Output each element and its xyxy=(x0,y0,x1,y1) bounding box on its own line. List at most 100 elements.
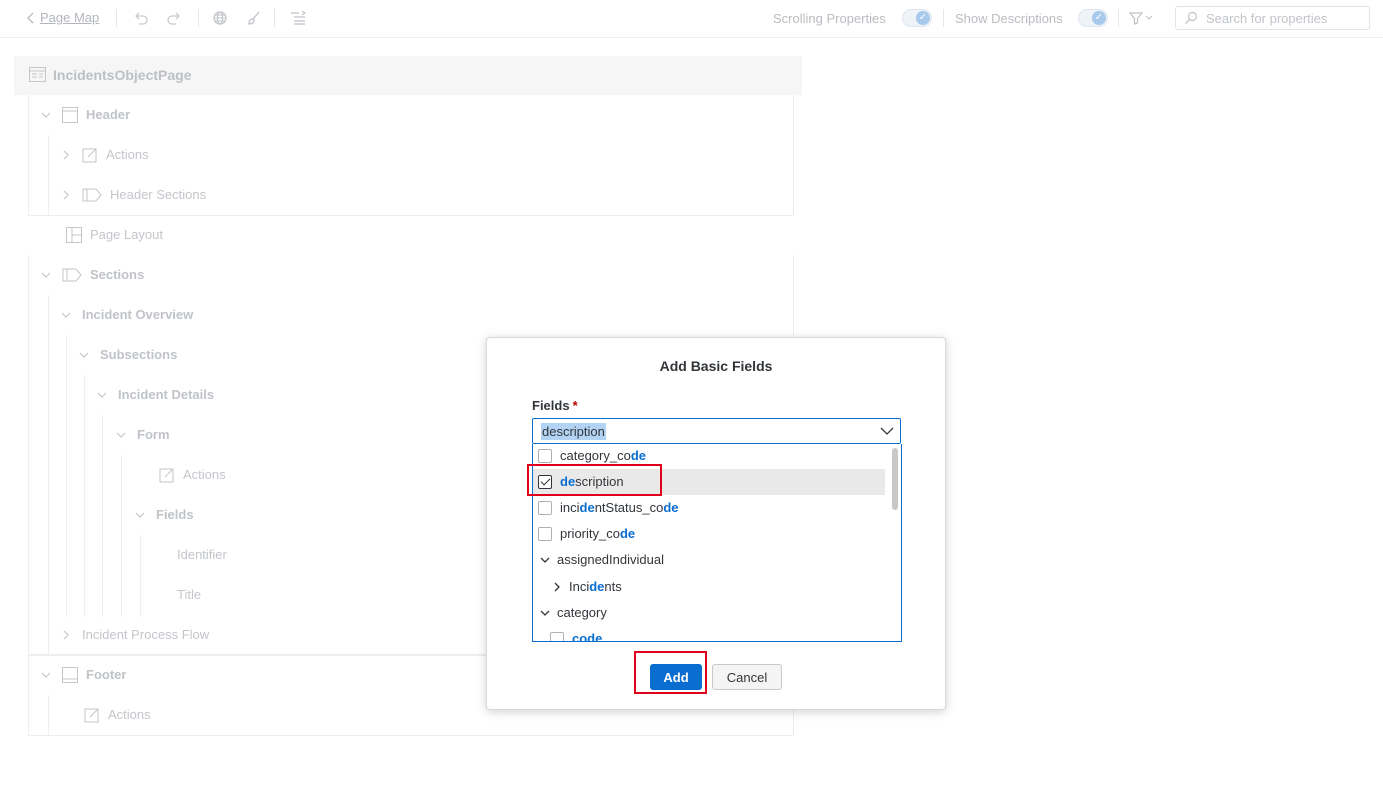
object-page-icon xyxy=(29,67,46,82)
tree-node-form-actions[interactable]: Actions xyxy=(159,465,226,485)
brush-icon xyxy=(248,11,260,25)
back-to-page-map-link[interactable]: Page Map xyxy=(26,9,99,27)
outline-button[interactable] xyxy=(290,10,308,26)
tree-node-label: Header xyxy=(86,107,131,122)
tree-node-subsections[interactable]: Subsections xyxy=(78,345,177,365)
tree-node-header-actions[interactable]: Actions xyxy=(60,145,149,165)
tree-node-label: Incident Details xyxy=(118,387,215,402)
tree-node-label: Actions xyxy=(106,147,149,162)
action-icon xyxy=(82,148,97,163)
footer-icon xyxy=(62,667,78,683)
clean-button[interactable] xyxy=(246,10,262,26)
section-icon xyxy=(62,268,82,282)
list-item-priority-code[interactable]: priority_code xyxy=(533,521,885,547)
toolbar-separator xyxy=(198,9,199,27)
tree-line xyxy=(102,415,103,617)
checkbox[interactable] xyxy=(550,632,564,641)
undo-button[interactable] xyxy=(133,10,149,26)
tree-node-sections[interactable]: Sections xyxy=(40,265,144,285)
chevron-down-icon xyxy=(41,672,51,678)
tree-node-footer-actions[interactable]: Actions xyxy=(84,705,151,725)
show-descriptions-label: Show Descriptions xyxy=(955,11,1063,26)
tree-node-label: Actions xyxy=(108,707,151,722)
tree-line xyxy=(48,295,49,655)
tree-line xyxy=(48,135,49,215)
scrollbar-thumb[interactable] xyxy=(892,448,898,510)
action-icon xyxy=(84,708,99,723)
globe-button[interactable] xyxy=(212,10,228,26)
chevron-down-icon[interactable] xyxy=(539,554,551,566)
list-subgroup-incidents[interactable]: Incidents xyxy=(533,574,885,600)
redo-icon xyxy=(167,12,180,25)
list-group-assigned-individual[interactable]: assignedIndividual xyxy=(533,547,885,573)
undo-icon xyxy=(135,12,148,25)
fields-label: Fields * xyxy=(532,398,578,413)
tree-node-fields[interactable]: Fields xyxy=(134,505,194,525)
search-icon xyxy=(1185,11,1198,24)
chevron-right-icon[interactable] xyxy=(551,581,563,593)
chevron-down-icon xyxy=(41,112,51,118)
chevron-down-icon xyxy=(116,432,126,438)
fields-combobox[interactable]: description xyxy=(532,418,901,444)
tree-node-title[interactable]: Title xyxy=(177,585,201,605)
page-map-root[interactable]: IncidentsObjectPage xyxy=(14,56,802,95)
chevron-down-icon xyxy=(61,312,71,318)
list-scrollbar[interactable] xyxy=(892,448,898,636)
filter-button[interactable] xyxy=(1128,10,1152,26)
fields-combobox-value[interactable]: description xyxy=(541,423,606,440)
chevron-left-icon xyxy=(27,12,34,24)
scrolling-properties-toggle[interactable]: ✓ xyxy=(902,9,932,27)
dialog-title: Add Basic Fields xyxy=(659,358,773,374)
tree-node-incident-details[interactable]: Incident Details xyxy=(96,385,214,405)
tree-node-footer[interactable]: Footer xyxy=(40,665,126,685)
chevron-right-icon xyxy=(63,630,69,640)
fields-label-text: Fields xyxy=(532,398,570,413)
show-descriptions-toggle[interactable]: ✓ xyxy=(1078,9,1108,27)
scrolling-properties-label: Scrolling Properties xyxy=(773,11,886,26)
tree-node-incident-process-flow[interactable]: Incident Process Flow xyxy=(60,625,209,645)
tree-node-header-sections[interactable]: Header Sections xyxy=(60,185,206,205)
toolbar: Page Map Scrolling Properties ✓ Show Des… xyxy=(0,0,1383,38)
check-icon: ✓ xyxy=(1092,11,1106,25)
highlight-box xyxy=(634,651,707,694)
tree-node-label: Footer xyxy=(86,667,127,682)
add-basic-fields-dialog: Add Basic Fields Fields * description cat… xyxy=(486,337,946,710)
tree-line xyxy=(121,455,122,617)
check-icon: ✓ xyxy=(916,11,930,25)
layout-icon xyxy=(66,227,82,243)
chevron-right-icon xyxy=(63,150,69,160)
tree-node-identifier[interactable]: Identifier xyxy=(177,545,227,565)
back-label: Page Map xyxy=(40,10,100,25)
tree-node-incident-overview[interactable]: Incident Overview xyxy=(60,305,193,325)
tree-node-label: Actions xyxy=(183,467,226,482)
tree-node-label: Identifier xyxy=(177,547,227,562)
chevron-down-icon xyxy=(135,512,145,518)
list-item-incident-status-code[interactable]: incidentStatus_code xyxy=(533,495,885,521)
tree-node-label: Form xyxy=(137,427,170,442)
header-icon xyxy=(62,107,78,123)
checkbox[interactable] xyxy=(538,501,552,515)
chevron-down-icon[interactable] xyxy=(539,607,551,619)
chevron-down-icon xyxy=(97,392,107,398)
list-item-label: priority_code xyxy=(560,526,636,541)
chevron-down-icon[interactable] xyxy=(880,425,894,437)
tree-node-label: Title xyxy=(177,587,202,602)
list-group-label: assignedIndividual xyxy=(557,552,664,567)
required-mark: * xyxy=(572,398,578,413)
redo-button[interactable] xyxy=(166,10,182,26)
toolbar-separator xyxy=(1118,9,1119,27)
checkbox[interactable] xyxy=(538,527,552,541)
tree-node-form[interactable]: Form xyxy=(115,425,170,445)
highlight-box xyxy=(527,464,662,496)
caret-down-icon xyxy=(1146,15,1152,20)
search-input[interactable] xyxy=(1206,10,1366,26)
list-item-label: incidentStatus_code xyxy=(560,500,679,515)
list-group-category[interactable]: category xyxy=(533,600,885,626)
tree-node-page-layout[interactable]: Page Layout xyxy=(66,225,163,245)
checkbox[interactable] xyxy=(538,449,552,463)
toolbar-separator xyxy=(943,9,944,27)
tree-node-label: Fields xyxy=(156,507,194,522)
list-item-code-partial[interactable]: code xyxy=(545,626,897,641)
tree-node-header[interactable]: Header xyxy=(40,105,130,125)
cancel-button[interactable]: Cancel xyxy=(712,664,782,690)
